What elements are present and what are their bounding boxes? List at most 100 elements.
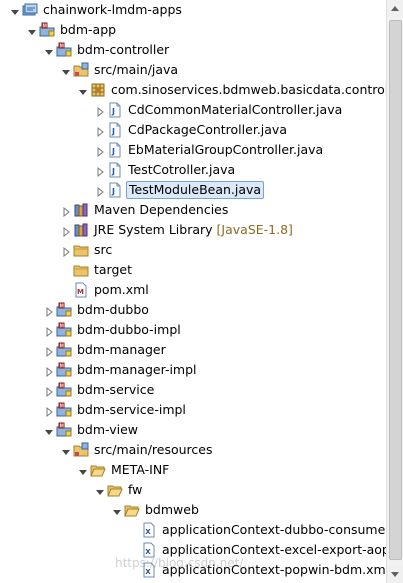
maven-project-icon: M	[56, 42, 72, 58]
tree-row[interactable]: src/main/resources	[0, 440, 386, 460]
tree-row[interactable]: target	[0, 260, 386, 280]
tree-item-label[interactable]: bdm-manager-impl	[75, 362, 199, 378]
expand-arrow-icon[interactable]	[10, 5, 20, 15]
tree-item-label[interactable]: src/main/java	[92, 62, 180, 78]
tree-row[interactable]: com.sinoservices.bdmweb.basicdata.contro…	[0, 80, 386, 100]
arrow-up-icon	[391, 6, 399, 11]
expand-arrow-icon[interactable]	[27, 25, 37, 35]
tree-item-label[interactable]: JRE System Library [JavaSE-1.8]	[92, 222, 295, 238]
svg-text:M: M	[60, 383, 64, 389]
tree-row[interactable]: Maven Dependencies	[0, 200, 386, 220]
tree-item-label[interactable]: target	[92, 262, 134, 278]
tree-item-label[interactable]: bdm-dubbo-impl	[75, 322, 183, 338]
tree-row[interactable]: META-INF	[0, 460, 386, 480]
scroll-down-button[interactable]	[387, 566, 403, 583]
tree-item-label[interactable]: bdmweb	[143, 502, 201, 518]
tree-item-label[interactable]: bdm-manager	[75, 342, 168, 358]
expand-arrow-icon[interactable]	[61, 445, 71, 455]
collapse-arrow-icon[interactable]	[61, 245, 71, 258]
tree-row[interactable]: Mbdm-dubbo	[0, 300, 386, 320]
pom-file-icon: M	[73, 282, 89, 298]
tree-item-label[interactable]: bdm-view	[75, 422, 140, 438]
tree-item-label[interactable]: fw	[126, 482, 144, 498]
collapse-arrow-icon[interactable]	[95, 125, 105, 138]
tree-row[interactable]: src/main/java	[0, 60, 386, 80]
collapse-arrow-icon[interactable]	[44, 345, 54, 358]
tree-row[interactable]: Mpom.xml	[0, 280, 386, 300]
expand-arrow-icon[interactable]	[78, 85, 88, 95]
tree-item-label[interactable]: TestCotroller.java	[126, 162, 237, 178]
tree-row[interactable]: Mbdm-service	[0, 380, 386, 400]
scrollbar-thumb[interactable]	[389, 20, 402, 560]
expand-arrow-icon[interactable]	[44, 45, 54, 55]
expand-arrow-icon[interactable]	[112, 505, 122, 515]
java-file-icon: J	[107, 102, 123, 118]
svg-text:M: M	[60, 43, 64, 49]
tree-row[interactable]: Mbdm-view	[0, 420, 386, 440]
tree-row[interactable]: J CdCommonMaterialController.java	[0, 100, 386, 120]
collapse-arrow-icon[interactable]	[44, 325, 54, 338]
tree-row[interactable]: Mbdm-manager-impl	[0, 360, 386, 380]
tree-item-label[interactable]: CdCommonMaterialController.java	[126, 102, 344, 118]
tree-item-label[interactable]: META-INF	[109, 462, 171, 478]
tree-row[interactable]: Mbdm-dubbo-impl	[0, 320, 386, 340]
svg-text:M: M	[60, 343, 64, 349]
tree-row[interactable]: J EbMaterialGroupController.java	[0, 140, 386, 160]
tree-item-text: TestCotroller.java	[128, 162, 236, 177]
collapse-arrow-icon[interactable]	[95, 145, 105, 158]
tree-item-label[interactable]: Maven Dependencies	[92, 202, 230, 218]
tree-item-label[interactable]: pom.xml	[92, 282, 151, 298]
maven-project-icon: M	[39, 22, 55, 38]
tree-row[interactable]: Mbdm-manager	[0, 340, 386, 360]
tree-row[interactable]: fw	[0, 480, 386, 500]
expand-arrow-icon[interactable]	[95, 485, 105, 495]
tree-item-label[interactable]: src/main/resources	[92, 442, 214, 458]
collapse-arrow-icon[interactable]	[95, 165, 105, 178]
tree-row[interactable]: bdmweb	[0, 500, 386, 520]
collapse-arrow-icon[interactable]	[44, 305, 54, 318]
vertical-scrollbar[interactable]	[386, 0, 403, 583]
tree-item-label[interactable]: TestModuleBean.java	[126, 181, 265, 199]
library-icon	[73, 202, 89, 218]
tree-row[interactable]: JRE System Library [JavaSE-1.8]	[0, 220, 386, 240]
tree-row[interactable]: Mbdm-app	[0, 20, 386, 40]
tree-row[interactable]: J TestCotroller.java	[0, 160, 386, 180]
tree-item-text: target	[94, 262, 133, 277]
tree-item-label[interactable]: src	[92, 242, 114, 258]
collapse-arrow-icon[interactable]	[95, 105, 105, 118]
tree-item-label[interactable]: CdPackageController.java	[126, 122, 289, 138]
tree-row[interactable]: XapplicationContext-excel-export-aop.xml	[0, 540, 386, 560]
tree-row[interactable]: src	[0, 240, 386, 260]
tree-item-label[interactable]: bdm-app	[58, 22, 118, 38]
collapse-arrow-icon[interactable]	[44, 405, 54, 418]
tree-item-label[interactable]: EbMaterialGroupController.java	[126, 142, 325, 158]
folder-open-icon	[90, 462, 106, 478]
collapse-arrow-icon[interactable]	[61, 225, 71, 238]
tree-row[interactable]: J CdPackageController.java	[0, 120, 386, 140]
collapse-arrow-icon[interactable]	[44, 365, 54, 378]
tree-row[interactable]: XapplicationContext-popwin-bdm.xml	[0, 560, 386, 580]
collapse-arrow-icon[interactable]	[61, 205, 71, 218]
svg-text:M: M	[60, 363, 64, 369]
tree-item-label[interactable]: bdm-dubbo	[75, 302, 151, 318]
tree-item-label[interactable]: bdm-service-impl	[75, 402, 188, 418]
tree-item-label[interactable]: bdm-service	[75, 382, 156, 398]
tree-row[interactable]: XapplicationContext-dubbo-consumer.xml	[0, 520, 386, 540]
tree-item-label[interactable]: com.sinoservices.bdmweb.basicdata.contro…	[109, 82, 386, 98]
expand-arrow-icon[interactable]	[78, 465, 88, 475]
collapse-arrow-icon[interactable]	[44, 385, 54, 398]
scroll-up-button[interactable]	[387, 0, 403, 17]
tree-item-label[interactable]: bdm-controller	[75, 42, 171, 58]
collapse-arrow-icon[interactable]	[95, 185, 105, 198]
tree-item-label[interactable]: applicationContext-popwin-bdm.xml	[160, 562, 386, 578]
tree-item-label[interactable]: applicationContext-excel-export-aop.xml	[160, 542, 386, 558]
tree-row[interactable]: J TestModuleBean.java	[0, 180, 386, 200]
tree-item-label[interactable]: applicationContext-dubbo-consumer.xml	[160, 522, 386, 538]
tree-item-text: pom.xml	[94, 282, 149, 297]
tree-row[interactable]: chainwork-lmdm-apps	[0, 0, 386, 20]
tree-item-label[interactable]: chainwork-lmdm-apps	[41, 2, 184, 18]
expand-arrow-icon[interactable]	[44, 425, 54, 435]
tree-row[interactable]: Mbdm-service-impl	[0, 400, 386, 420]
tree-row[interactable]: Mbdm-controller	[0, 40, 386, 60]
expand-arrow-icon[interactable]	[61, 65, 71, 75]
